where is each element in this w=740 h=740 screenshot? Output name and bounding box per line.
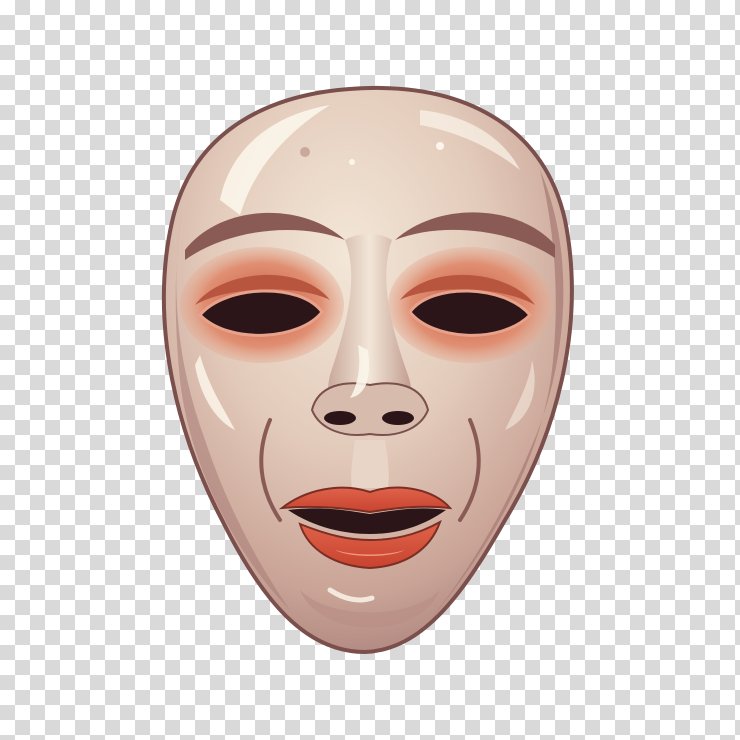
philtrum — [351, 440, 389, 488]
forehead-speck — [300, 147, 310, 157]
forehead-speck — [436, 142, 444, 150]
forehead-speck — [349, 159, 355, 165]
left-nostril — [324, 411, 356, 425]
transparency-checkerboard — [0, 0, 740, 740]
theatre-mask-illustration — [162, 85, 574, 655]
nose-tip — [310, 382, 430, 436]
right-nostril — [382, 411, 414, 425]
